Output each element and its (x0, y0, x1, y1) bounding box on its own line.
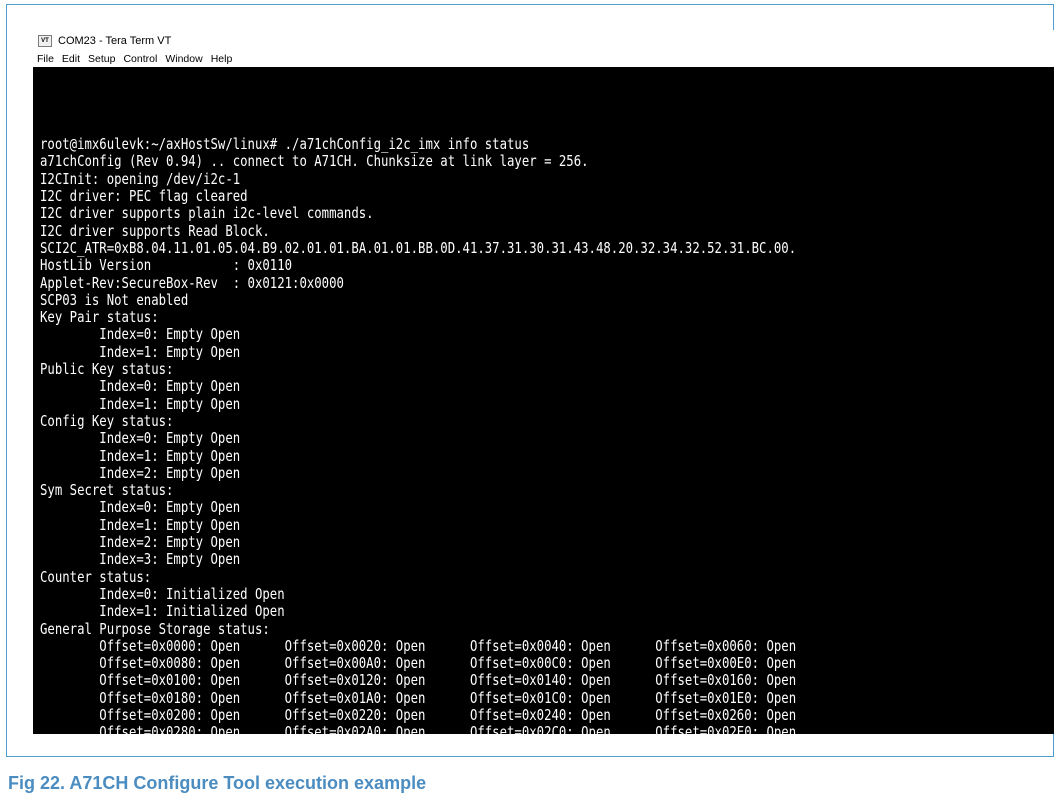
terminal-line: Index=1: Empty Open (40, 446, 241, 465)
terminal-line: General Purpose Storage status: (40, 619, 270, 638)
terminal-line: Offset=0x0200: Open Offset=0x0220: Open … (40, 705, 797, 724)
terminal-line: Index=1: Empty Open (40, 342, 241, 361)
terminal-line: HostLib Version : 0x0110 (40, 256, 293, 275)
terminal-line: SCI2C_ATR=0xB8.04.11.01.05.04.B9.02.01.0… (40, 238, 797, 257)
terminal-line: Config Key status: (40, 411, 174, 430)
terminal-line: Offset=0x0100: Open Offset=0x0120: Open … (40, 671, 797, 690)
terminal-line: Index=2: Empty Open (40, 463, 241, 482)
menu-file[interactable]: File (37, 53, 54, 65)
terminal-line: Index=3: Empty Open (40, 550, 241, 569)
menu-setup[interactable]: Setup (88, 53, 115, 65)
terminal-line: I2C driver: PEC flag cleared (40, 187, 248, 206)
terminal-line: root@imx6ulevk:~/axHostSw/linux# ./a71ch… (40, 135, 530, 154)
terminal-line: Index=0: Empty Open (40, 377, 241, 396)
terminal-line: Offset=0x0080: Open Offset=0x00A0: Open … (40, 654, 797, 673)
menu-control[interactable]: Control (123, 53, 157, 65)
terminal-line: Index=0: Initialized Open (40, 584, 285, 603)
terminal-line: Offset=0x0280: Open Offset=0x02A0: Open … (40, 723, 797, 734)
terminal-line: Offset=0x0180: Open Offset=0x01A0: Open … (40, 688, 797, 707)
teraterm-window: VT COM23 - Tera Term VT File Edit Setup … (33, 30, 1054, 734)
terminal-line: Counter status: (40, 567, 152, 586)
terminal-line: SCP03 is Not enabled (40, 290, 189, 309)
terminal-output: root@imx6ulevk:~/axHostSw/linux# ./a71ch… (40, 102, 1048, 734)
figure-caption: Fig 22. A71CH Configure Tool execution e… (8, 773, 427, 793)
menu-edit[interactable]: Edit (62, 53, 80, 65)
terminal-line: Index=1: Initialized Open (40, 602, 285, 621)
menu-help[interactable]: Help (211, 53, 233, 65)
terminal-line: Public Key status: (40, 360, 174, 379)
terminal-line: Key Pair status: (40, 308, 159, 327)
terminal-line: Applet-Rev:SecureBox-Rev : 0x0121:0x0000 (40, 273, 344, 292)
terminal-line: Index=1: Empty Open (40, 394, 241, 413)
terminal-line: I2C driver supports plain i2c-level comm… (40, 204, 374, 223)
teraterm-app-icon: VT (38, 35, 52, 47)
terminal-line: Index=0: Empty Open (40, 429, 241, 448)
terminal-line: Index=0: Empty Open (40, 325, 241, 344)
terminal-line: Sym Secret status: (40, 481, 174, 500)
terminal-line: I2C driver supports Read Block. (40, 221, 270, 240)
terminal-line: Offset=0x0000: Open Offset=0x0020: Open … (40, 636, 797, 655)
terminal-area[interactable]: root@imx6ulevk:~/axHostSw/linux# ./a71ch… (33, 67, 1054, 734)
terminal-line: Index=0: Empty Open (40, 498, 241, 517)
terminal-line: a71chConfig (Rev 0.94) .. connect to A71… (40, 152, 589, 171)
terminal-line: I2CInit: opening /dev/i2c-1 (40, 169, 241, 188)
menu-window[interactable]: Window (165, 53, 202, 65)
terminal-line: Index=1: Empty Open (40, 515, 241, 534)
terminal-line: Index=2: Empty Open (40, 533, 241, 552)
menu-bar: File Edit Setup Control Window Help (33, 52, 1054, 66)
title-bar: VT COM23 - Tera Term VT (33, 30, 1054, 52)
window-title: COM23 - Tera Term VT (58, 35, 172, 47)
